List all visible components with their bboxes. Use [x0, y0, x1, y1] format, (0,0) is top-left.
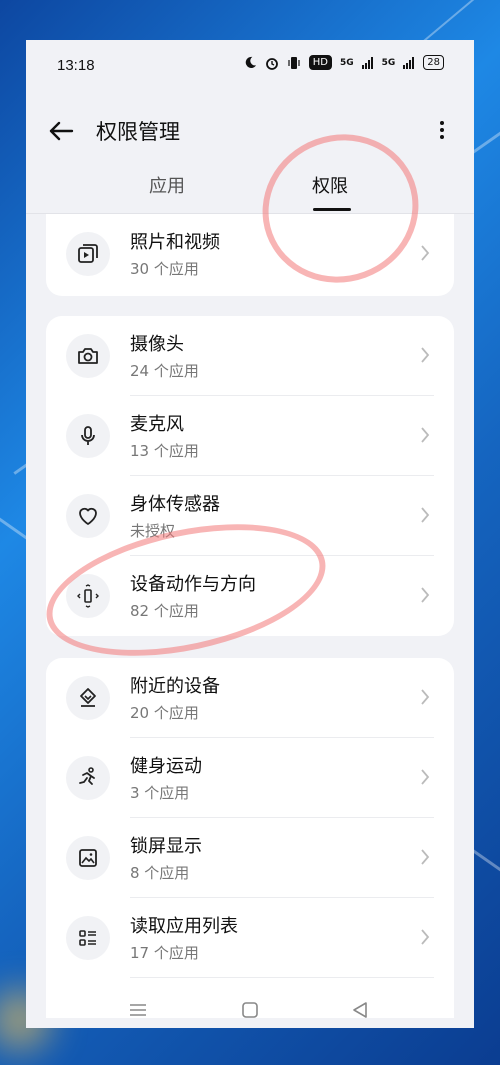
app-list-icon	[66, 916, 110, 960]
home-icon[interactable]	[238, 998, 262, 1022]
heart-icon	[66, 494, 110, 538]
lockscreen-image-icon	[66, 836, 110, 880]
permission-count: 20 个应用	[130, 704, 199, 722]
status-bar: 13:18 HD 5G 5G 28	[26, 40, 474, 90]
permission-label: 读取应用列表	[130, 916, 238, 937]
status-time: 13:18	[57, 57, 95, 74]
signal-5g-2: 5G	[381, 57, 396, 68]
status-icons: HD 5G 5G 28	[244, 55, 444, 70]
permission-count: 3 个应用	[130, 784, 190, 802]
permission-item-app-list[interactable]: 读取应用列表 17 个应用	[46, 898, 454, 978]
permission-label: 健身运动	[130, 756, 202, 777]
row-divider	[130, 977, 434, 978]
permission-item-camera[interactable]: 摄像头 24 个应用	[46, 316, 454, 396]
chevron-right-icon	[421, 507, 430, 523]
moon-icon	[245, 56, 256, 68]
permission-item-fitness[interactable]: 健身运动 3 个应用	[46, 738, 454, 818]
chevron-right-icon	[421, 689, 430, 705]
permission-label: 麦克风	[130, 414, 184, 435]
signal-5g-1: 5G	[339, 57, 354, 68]
alarm-icon	[265, 57, 278, 70]
menu-icon[interactable]	[126, 998, 150, 1022]
permission-count: 24 个应用	[130, 362, 199, 380]
phone-screen: 13:18 HD 5G 5G 28 权限管理 应用 权限 照片和视频 30 个应…	[26, 40, 474, 1028]
chevron-right-icon	[421, 245, 430, 261]
tab-apps[interactable]: 应用	[149, 172, 185, 198]
back-nav-icon[interactable]	[348, 998, 372, 1022]
permission-count: 13 个应用	[130, 442, 199, 460]
back-arrow-icon[interactable]	[48, 118, 74, 144]
battery-indicator: 28	[423, 55, 444, 70]
permission-item-lockscreen[interactable]: 锁屏显示 8 个应用	[46, 818, 454, 898]
permission-label: 身体传感器	[130, 494, 220, 515]
chevron-right-icon	[421, 347, 430, 363]
permission-label: 附近的设备	[130, 676, 220, 697]
signal-icon-2	[403, 56, 415, 69]
chevron-right-icon	[421, 849, 430, 865]
signal-icon	[361, 56, 373, 69]
chevron-right-icon	[421, 587, 430, 603]
permission-item-nearby-devices[interactable]: 附近的设备 20 个应用	[46, 658, 454, 738]
permission-label: 锁屏显示	[130, 836, 202, 857]
system-nav-bar	[26, 990, 474, 1028]
camera-icon	[66, 334, 110, 378]
permission-count: 30 个应用	[130, 260, 199, 278]
permission-count: 8 个应用	[130, 864, 190, 882]
more-options-icon[interactable]	[436, 118, 448, 144]
permission-label: 照片和视频	[130, 232, 220, 253]
nearby-devices-icon	[66, 676, 110, 720]
chevron-right-icon	[421, 769, 430, 785]
vibrate-icon	[288, 56, 300, 69]
permission-count: 17 个应用	[130, 944, 199, 962]
page-title: 权限管理	[96, 120, 180, 144]
running-icon	[66, 756, 110, 800]
chevron-right-icon	[421, 929, 430, 945]
photo-video-icon	[66, 232, 110, 276]
microphone-icon	[66, 414, 110, 458]
hd-badge: HD	[308, 55, 332, 70]
app-header: 权限管理	[26, 112, 474, 152]
chevron-right-icon	[421, 427, 430, 443]
permission-label: 摄像头	[130, 334, 184, 355]
permission-item-microphone[interactable]: 麦克风 13 个应用	[46, 396, 454, 476]
permission-group-3: 附近的设备 20 个应用 健身运动 3 个应用 锁屏显示 8 个应用 读取应用列…	[46, 658, 454, 1018]
